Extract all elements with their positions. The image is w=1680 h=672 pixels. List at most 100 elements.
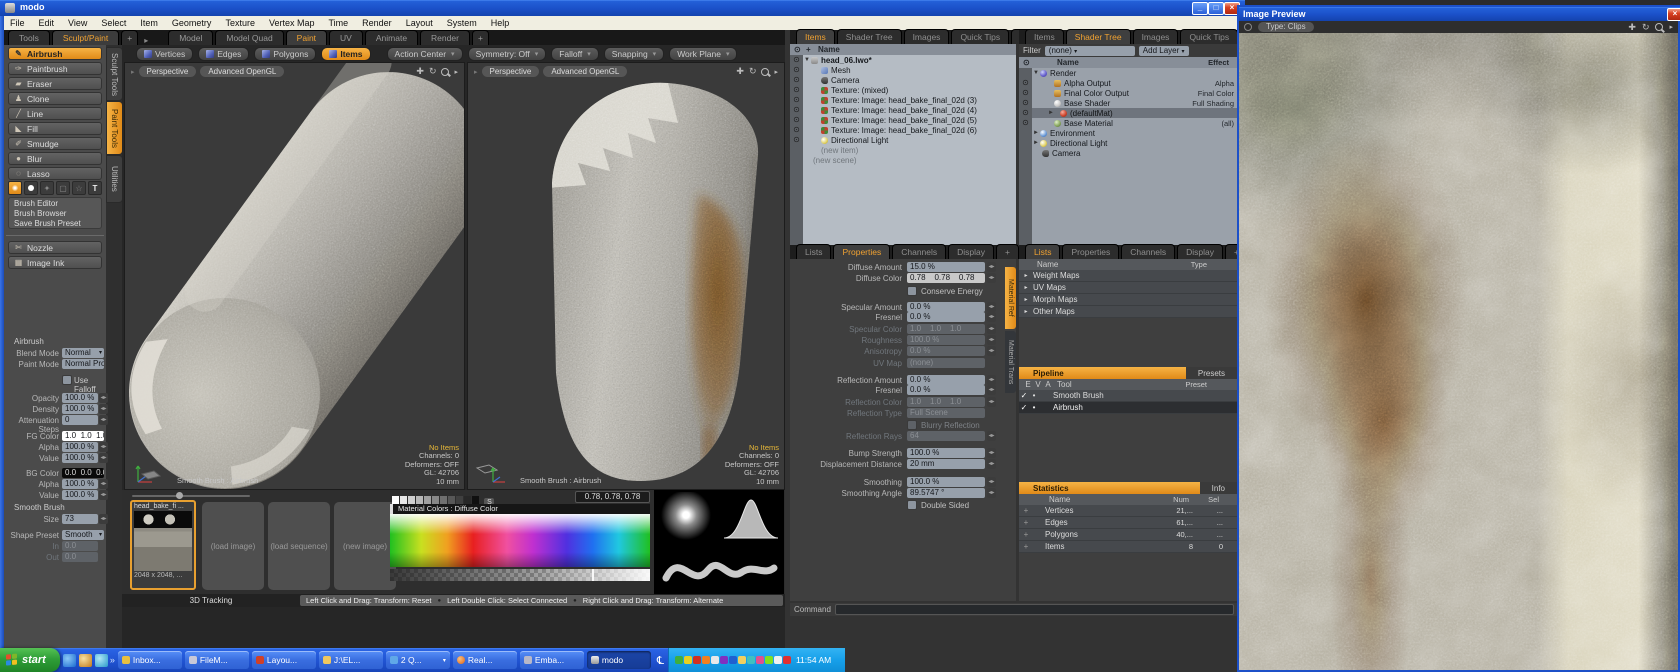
save-brush-preset-link[interactable]: Save Brush Preset xyxy=(14,219,96,229)
tab-tools[interactable]: Tools xyxy=(8,30,50,45)
shader-row-final-color-output[interactable]: Final Color OutputFinal Color xyxy=(1032,88,1237,98)
tab-images[interactable]: Images xyxy=(904,29,950,44)
type-column-header[interactable]: Type xyxy=(1191,260,1207,269)
expand-icon[interactable]: ▸ xyxy=(1019,272,1033,279)
shader-row-base-shader[interactable]: Base ShaderFull Shading xyxy=(1032,98,1237,108)
rotate-icon[interactable]: ↻ xyxy=(749,66,757,77)
shader-row-camera[interactable]: Camera xyxy=(1032,148,1237,158)
stat-row-items[interactable]: +Items80 xyxy=(1019,541,1237,553)
tray-icon[interactable] xyxy=(702,656,710,664)
preview-close-button[interactable]: × xyxy=(1667,8,1680,21)
spinner-buttons[interactable]: ◂▸ xyxy=(99,514,108,524)
preset-brush-icon[interactable]: ☆ xyxy=(72,181,86,195)
tab-model-quad[interactable]: Model Quad xyxy=(215,30,283,45)
preview-menu-icon[interactable] xyxy=(1244,23,1252,31)
tab-uv[interactable]: UV xyxy=(329,30,363,45)
tool-nozzle[interactable]: ✄Nozzle xyxy=(8,241,102,254)
opacity-field[interactable]: 100.0 % xyxy=(62,393,98,403)
item-row-texture[interactable]: Texture: Image: head_bake_final_02d (3) xyxy=(803,95,1016,105)
tray-icon[interactable] xyxy=(738,656,746,664)
tab-shader-tree[interactable]: Shader Tree xyxy=(837,29,902,44)
conserve-energy-checkbox[interactable] xyxy=(907,286,917,296)
tab-images[interactable]: Images xyxy=(1133,29,1179,44)
menu-geometry[interactable]: Geometry xyxy=(172,18,212,28)
spinner-buttons[interactable]: ◂▸ xyxy=(99,490,108,500)
name-column-header[interactable]: Name xyxy=(1023,260,1058,269)
spinner-buttons[interactable]: ◂▸ xyxy=(987,431,996,441)
value-gradient-bar[interactable] xyxy=(390,569,650,581)
spinner-buttons[interactable]: ◂▸ xyxy=(987,385,996,395)
spinner-buttons[interactable]: ◂▸ xyxy=(987,346,996,356)
shader-row-base-material[interactable]: Base Material(all) xyxy=(1032,118,1237,128)
check-icon[interactable]: ✓ xyxy=(1019,403,1029,412)
tray-icon[interactable] xyxy=(783,656,791,664)
sidetab-material-trans[interactable]: Material Trans xyxy=(1005,331,1016,393)
eye-icon[interactable]: ⊙ xyxy=(793,135,800,145)
item-row-texture[interactable]: Texture: Image: head_bake_final_02d (4) xyxy=(803,105,1016,115)
tab-channels[interactable]: Channels xyxy=(1121,244,1175,259)
viewport-right[interactable]: ▸ Perspective Advanced OpenGL ✚ ↻ ▸ Smoo… xyxy=(467,62,785,490)
menu-texture[interactable]: Texture xyxy=(225,18,255,28)
text-brush-icon[interactable]: T xyxy=(88,181,102,195)
task-realplayer[interactable]: Real... xyxy=(453,651,517,669)
name-column-header[interactable]: Name xyxy=(818,45,840,54)
zoom-icon[interactable] xyxy=(1655,23,1663,31)
rotate-icon[interactable]: ↻ xyxy=(1642,22,1650,33)
tab-properties[interactable]: Properties xyxy=(833,244,890,259)
mode-items[interactable]: Items xyxy=(321,47,370,61)
menu-render[interactable]: Render xyxy=(362,18,392,28)
tray-icon[interactable] xyxy=(720,656,728,664)
tab-quick-tips[interactable]: Quick Tips xyxy=(951,29,1009,44)
tab-model[interactable]: Model xyxy=(168,30,213,45)
double-sided-checkbox[interactable] xyxy=(907,500,917,510)
shape-in-field[interactable]: 0.0 xyxy=(62,541,98,551)
hue-saturation-gradient[interactable] xyxy=(390,514,650,567)
menu-layout[interactable]: Layout xyxy=(406,18,433,28)
spinner-buttons[interactable]: ◂▸ xyxy=(987,488,996,498)
use-falloff-checkbox[interactable] xyxy=(62,375,72,385)
pipeline-row-airbrush-selected[interactable]: ✓ • Airbrush xyxy=(1019,402,1237,414)
expand-plus-icon[interactable]: + xyxy=(1019,518,1033,527)
tool-image-ink[interactable]: ▦Image Ink xyxy=(8,256,102,269)
expand-icon[interactable]: ▼ xyxy=(1032,70,1040,76)
bg-color-field[interactable]: 0.0 0.0 0.0 xyxy=(62,468,104,478)
specular-fresnel-field[interactable]: 0.0 % xyxy=(907,312,985,322)
eye-icon[interactable]: ⊙ xyxy=(793,95,800,105)
paint-mode-dropdown[interactable]: Normal Proj ... xyxy=(62,359,104,369)
tool-airbrush[interactable]: ✎Airbrush xyxy=(8,47,102,60)
bump-strength-field[interactable]: 100.0 % xyxy=(907,448,985,458)
spinner-buttons[interactable]: ◂▸ xyxy=(987,335,996,345)
shader-row-environment[interactable]: ►Environment xyxy=(1032,128,1237,138)
mode-edges[interactable]: Edges xyxy=(198,47,249,61)
tray-icon[interactable] xyxy=(693,656,701,664)
pipeline-title[interactable]: Pipeline xyxy=(1019,367,1186,379)
tab-quick-tips[interactable]: Quick Tips xyxy=(1180,29,1238,44)
shape-out-field[interactable]: 0.0 xyxy=(62,552,98,562)
viewport-menu-icon[interactable]: ▸ xyxy=(131,68,135,76)
tray-icon[interactable] xyxy=(774,656,782,664)
item-row-texture[interactable]: Texture: Image: head_bake_final_02d (5) xyxy=(803,115,1016,125)
fg-alpha-field[interactable]: 100.0 % xyxy=(62,442,98,452)
soft-brush-tip-icon[interactable] xyxy=(8,181,22,195)
tray-icon[interactable] xyxy=(756,656,764,664)
menu-edit[interactable]: Edit xyxy=(39,18,55,28)
new-scene-row[interactable]: (new scene) xyxy=(803,155,1016,165)
pan-icon[interactable]: ✚ xyxy=(1628,22,1636,33)
load-image-button[interactable]: (load image) xyxy=(202,502,264,590)
pan-icon[interactable]: ✚ xyxy=(416,66,424,77)
item-row-mesh[interactable]: Mesh xyxy=(803,65,1016,75)
reflection-color-field[interactable]: 1.0 1.0 1.0 xyxy=(907,397,985,407)
reflection-rays-field[interactable]: 64 xyxy=(907,431,985,441)
displacement-distance-field[interactable]: 20 mm xyxy=(907,459,985,469)
eye-icon[interactable]: ⊙ xyxy=(1022,118,1029,128)
expand-icon[interactable]: ► xyxy=(1032,130,1040,136)
tab-render[interactable]: Render xyxy=(420,30,470,45)
blurry-reflection-checkbox[interactable] xyxy=(907,420,917,430)
command-input[interactable] xyxy=(835,604,1234,615)
zoom-icon[interactable] xyxy=(441,68,449,76)
expand-icon[interactable]: ▸ xyxy=(1019,284,1033,291)
spinner-buttons[interactable]: ◂▸ xyxy=(987,477,996,487)
shape-preset-dropdown[interactable]: Smooth▾ xyxy=(62,530,104,540)
stat-row-polygons[interactable]: +Polygons40,...... xyxy=(1019,529,1237,541)
task-group-quicktime[interactable]: 2 Q...▾ xyxy=(386,651,450,669)
